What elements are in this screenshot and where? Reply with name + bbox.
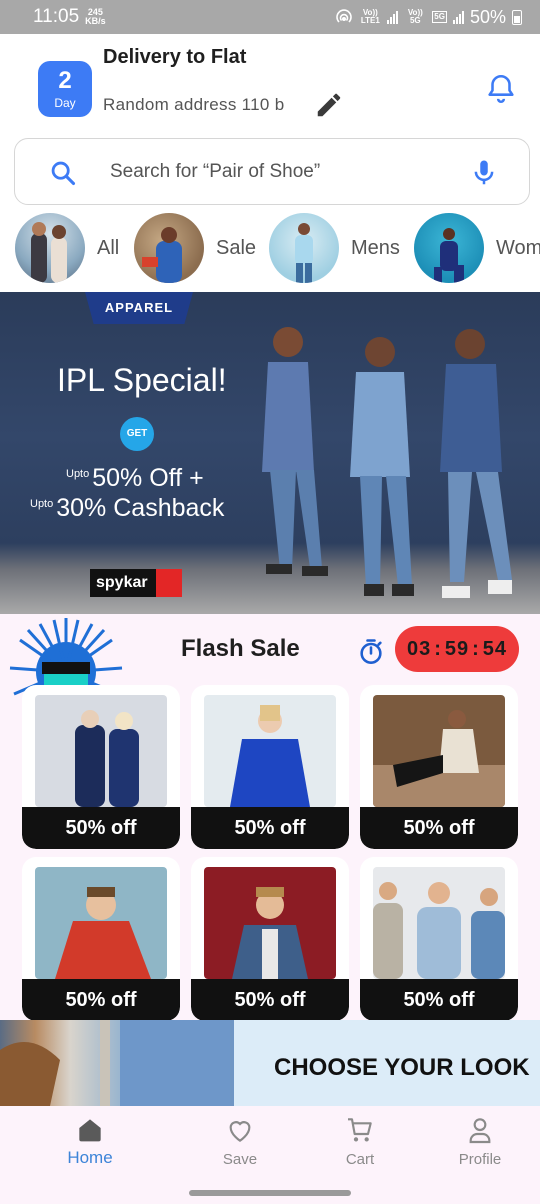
product-image — [35, 695, 167, 807]
nav-save[interactable]: Save — [195, 1114, 285, 1168]
banner-title: IPL Special! — [57, 362, 227, 398]
search-bar[interactable]: Search for “Pair of Shoe” — [14, 138, 530, 205]
category-mens-image — [269, 213, 339, 283]
flash-sale-card[interactable]: 50% off — [360, 685, 518, 849]
notification-bell-icon[interactable] — [484, 72, 518, 106]
nav-profile[interactable]: Profile — [435, 1114, 525, 1168]
banner-offer-1-prefix: Upto — [66, 467, 90, 480]
banner-offer-2-text: 30% Cashback — [56, 494, 225, 522]
product-image — [373, 695, 505, 807]
net-speed: 245 KB/s — [85, 8, 106, 26]
cart-icon — [348, 1118, 372, 1142]
category-womens[interactable]: Wom — [414, 213, 540, 283]
nav-profile-label: Profile — [458, 1151, 502, 1168]
signal-icon — [387, 10, 399, 24]
flash-sale-card[interactable]: 50% off — [191, 685, 349, 849]
banner-models-image — [262, 327, 512, 598]
category-sale-image — [134, 213, 204, 283]
delivery-header: 2 Day Delivery to Flat Random address 11… — [0, 34, 540, 134]
category-label: Wom — [496, 236, 540, 259]
delivery-address: Random address 110 b — [103, 95, 285, 114]
product-image — [35, 867, 167, 979]
flash-sale-section: Flash Sale 03: 59: 54 50% off 50% off 50… — [0, 614, 540, 1022]
category-row: All Sale Mens Wom — [0, 213, 540, 289]
product-image — [373, 867, 505, 979]
delivery-title: Delivery to Flat — [103, 46, 247, 68]
network-5g-label: 5G — [432, 11, 447, 23]
gesture-area — [0, 1178, 540, 1204]
banner-offer-2: Upto 30% Cashback — [30, 494, 224, 523]
category-label: Mens — [351, 236, 400, 259]
nav-home[interactable]: Home — [45, 1114, 135, 1168]
gesture-handle[interactable] — [189, 1190, 351, 1196]
nav-cart-label: Cart — [345, 1151, 375, 1168]
product-image — [204, 867, 336, 979]
discount-label: 50% off — [22, 807, 180, 849]
day-number: 2 — [58, 67, 72, 94]
discount-label: 50% off — [191, 979, 349, 1021]
status-bar: 11:05 245 KB/s Vo)) LTE1 Vo)) 5G 5G 50% — [0, 0, 540, 34]
banner-tag: APPAREL — [85, 292, 193, 324]
search-icon[interactable] — [49, 159, 77, 187]
discount-label: 50% off — [360, 979, 518, 1021]
day-label: Day — [54, 96, 76, 110]
microphone-icon[interactable] — [469, 157, 499, 189]
flash-sale-title: Flash Sale — [181, 635, 300, 662]
battery-percent: 50% — [469, 6, 506, 27]
timer-hours: 03 — [406, 637, 432, 660]
nav-save-label: Save — [222, 1151, 258, 1168]
flash-sale-card[interactable]: 50% off — [22, 685, 180, 849]
choose-your-look-banner[interactable]: CHOOSE YOUR LOOK — [0, 1020, 540, 1106]
stopwatch-icon — [360, 639, 382, 664]
promo-banner[interactable]: APPAREL IPL Special! GET Upto 50% Off + U… — [0, 292, 540, 614]
category-womens-image — [414, 213, 484, 283]
delivery-day-badge[interactable]: 2 Day — [38, 61, 92, 117]
home-icon — [79, 1119, 101, 1142]
category-sale[interactable]: Sale — [134, 213, 256, 283]
category-all-image — [15, 213, 85, 283]
banner-offer-1: Upto 50% Off + — [66, 464, 204, 493]
bottom-navigation: Home Save Cart Profile — [0, 1106, 540, 1178]
brand-logo: spykar — [90, 569, 182, 597]
status-time: 11:05 — [33, 6, 80, 27]
signal-icon-2 — [452, 10, 464, 24]
category-label: All — [97, 236, 120, 259]
search-input[interactable]: Search for “Pair of Shoe” — [110, 161, 320, 183]
nav-cart[interactable]: Cart — [315, 1114, 405, 1168]
battery-icon — [512, 9, 522, 25]
flash-sale-card[interactable]: 50% off — [191, 857, 349, 1021]
nav-home-label: Home — [67, 1148, 113, 1167]
flash-sale-card[interactable]: 50% off — [360, 857, 518, 1021]
heart-icon — [229, 1121, 251, 1142]
look-banner-image — [0, 1020, 234, 1106]
product-image — [204, 695, 336, 807]
discount-label: 50% off — [360, 807, 518, 849]
look-banner-title: CHOOSE YOUR LOOK — [274, 1054, 530, 1081]
discount-label: 50% off — [191, 807, 349, 849]
sim2-label: Vo)) 5G — [407, 8, 423, 25]
countdown-timer: 03: 59: 54 — [395, 626, 519, 672]
hotspot-icon — [336, 9, 353, 23]
net-speed-unit: KB/s — [85, 16, 106, 26]
category-label: Sale — [216, 236, 257, 259]
flash-sale-card[interactable]: 50% off — [22, 857, 180, 1021]
timer-seconds: 54 — [482, 637, 508, 660]
banner-get-badge: GET — [120, 417, 154, 451]
banner-offer-2-prefix: Upto — [30, 497, 54, 510]
sim1-label: Vo)) LTE1 — [360, 8, 380, 25]
category-all[interactable]: All — [15, 213, 119, 283]
timer-minutes: 59 — [444, 637, 470, 660]
profile-icon — [469, 1118, 491, 1144]
category-mens[interactable]: Mens — [269, 213, 400, 283]
pencil-edit-icon[interactable] — [314, 90, 344, 120]
status-icons: Vo)) LTE1 Vo)) 5G 5G 50% — [335, 7, 522, 28]
banner-offer-1-text: 50% Off + — [92, 464, 204, 492]
discount-label: 50% off — [22, 979, 180, 1021]
